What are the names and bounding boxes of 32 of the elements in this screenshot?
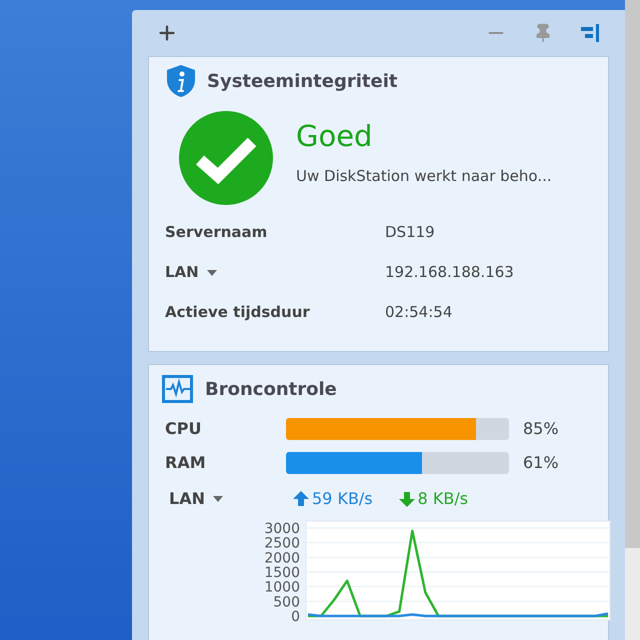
pulse-monitor-icon (161, 374, 194, 404)
status-text: Goed (296, 118, 374, 153)
info-label: Actieve tijdsduur (165, 302, 310, 324)
meter-reading: 85% (523, 418, 559, 440)
meter-label: CPU (164, 418, 202, 440)
download-arrow-icon (398, 491, 415, 507)
info-value: 02:54:54 (385, 302, 452, 324)
axis-tick-label: 2500 (264, 536, 300, 552)
upload-speed: 59 KB/s (312, 488, 373, 510)
panel-icon[interactable] (579, 23, 601, 43)
caret-icon (206, 270, 217, 276)
info-label[interactable]: LAN (165, 261, 199, 284)
checkmark-circle-icon (178, 110, 274, 206)
status-message: Uw DiskStation werkt naar beho... (296, 166, 552, 187)
card-title: Systeemintegriteit (207, 70, 398, 94)
axis-tick-label: 1000 (264, 580, 300, 596)
card-title: Broncontrole (205, 378, 337, 402)
axis-tick-label: 500 (273, 594, 300, 610)
caret-icon (212, 496, 223, 502)
info-value: 192.168.188.163 (385, 262, 514, 284)
axis-tick-label: 2000 (264, 550, 300, 566)
upload-arrow-icon (293, 491, 309, 507)
axis-tick-label: 0 (291, 609, 300, 624)
info-shield-icon (165, 64, 197, 98)
download-speed: 8 KB/s (418, 488, 468, 510)
axis-tick-label: 1500 (264, 565, 300, 581)
info-value: DS119 (385, 222, 435, 244)
network-label[interactable]: LAN (169, 487, 205, 511)
meter-reading: 61% (523, 452, 559, 474)
axis-tick-label: 3000 (264, 521, 300, 537)
info-label: Servernaam (165, 222, 268, 244)
meter-label: RAM (164, 452, 207, 474)
